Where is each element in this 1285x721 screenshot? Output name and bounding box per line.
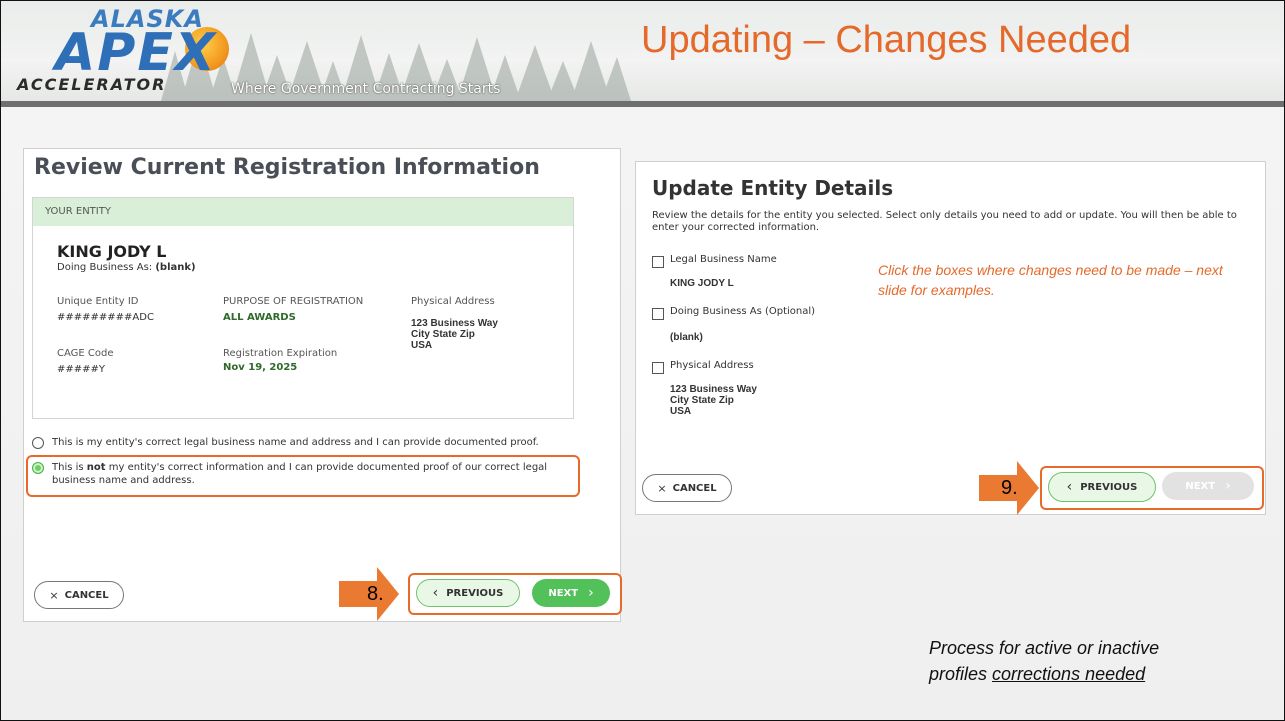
step-number-9: 9.	[1001, 477, 1018, 499]
dba-value: (blank)	[155, 262, 196, 273]
logo-apex-text: APEX	[55, 23, 217, 83]
uei-value: #########ADC	[57, 312, 154, 323]
slide: ALASKA APEX ACCELERATOR Where Government…	[0, 0, 1285, 721]
slide-title: Updating – Changes Needed	[641, 19, 1132, 61]
entity-card: YOUR ENTITY KING JODY L Doing Business A…	[32, 197, 574, 419]
dba-checkbox[interactable]	[652, 308, 664, 320]
process-note-line1: Process for active or inactive	[929, 638, 1160, 658]
update-description: Review the details for the entity you se…	[652, 210, 1237, 233]
review-registration-panel: Review Current Registration Information …	[23, 148, 622, 622]
dba-option-value: (blank)	[670, 332, 703, 343]
option-correct-label: This is my entity's correct legal busine…	[52, 437, 539, 448]
address-line-2: City State Zip	[411, 329, 475, 340]
click-boxes-note: Click the boxes where changes need to be…	[878, 262, 1223, 298]
entity-name: KING JODY L	[57, 242, 167, 261]
purpose-value: ALL AWARDS	[223, 312, 296, 323]
address-line-3: USA	[411, 340, 433, 351]
process-note: Process for active or inactive profiles …	[929, 635, 1259, 687]
tagline: Where Government Contracting Starts	[231, 81, 501, 97]
step-arrow-8: 8.	[339, 567, 399, 621]
cage-value: #####Y	[57, 364, 106, 375]
physical-address-label: Physical Address	[411, 296, 495, 307]
legal-name-value: KING JODY L	[670, 278, 734, 289]
previous-button-right[interactable]: ‹ PREVIOUS	[1048, 472, 1156, 502]
header-divider	[1, 101, 1284, 107]
chevron-right-icon: ›	[588, 585, 594, 601]
address-option-label: Physical Address	[670, 360, 754, 371]
chevron-left-icon: ‹	[1066, 479, 1073, 495]
update-entity-panel: Update Entity Details Review the details…	[635, 161, 1266, 515]
expiration-value: Nov 19, 2025	[223, 362, 298, 373]
expiration-label: Registration Expiration	[223, 348, 338, 359]
logo-accelerator-text: ACCELERATOR	[17, 75, 167, 94]
update-heading: Update Entity Details	[652, 176, 894, 200]
radio-correct[interactable]	[32, 437, 44, 449]
entity-dba: Doing Business As: (blank)	[57, 262, 196, 273]
cancel-button[interactable]: × CANCEL	[34, 581, 124, 609]
dba-option-label: Doing Business As (Optional)	[670, 306, 816, 317]
slide-header: ALASKA APEX ACCELERATOR Where Government…	[1, 1, 1284, 101]
purpose-label: PURPOSE OF REGISTRATION	[223, 296, 364, 307]
next-button[interactable]: NEXT ›	[532, 579, 610, 607]
physical-address-value: 123 Business Way City State Zip USA	[411, 318, 498, 351]
step-number-8: 8.	[367, 583, 384, 605]
process-note-line2: profiles corrections needed	[929, 664, 1146, 684]
alaska-apex-logo: ALASKA APEX ACCELERATOR	[11, 5, 241, 97]
address-option-value: 123 Business Way City State Zip USA	[670, 384, 757, 417]
close-icon: ×	[657, 481, 667, 495]
legal-name-label: Legal Business Name	[670, 254, 777, 265]
legal-name-checkbox[interactable]	[652, 256, 664, 268]
chevron-right-icon: ›	[1225, 478, 1231, 494]
chevron-left-icon: ‹	[432, 585, 439, 601]
review-heading: Review Current Registration Information	[34, 155, 540, 180]
cage-label: CAGE Code	[57, 348, 114, 359]
close-icon: ×	[49, 588, 59, 602]
cancel-button-right[interactable]: × CANCEL	[642, 474, 732, 502]
option-not-correct-label: This is not my entity's correct informat…	[52, 462, 548, 486]
entity-card-header: YOUR ENTITY	[33, 198, 573, 226]
next-button-right-disabled[interactable]: NEXT ›	[1162, 472, 1254, 500]
uei-label: Unique Entity ID	[57, 296, 139, 307]
radio-not-correct[interactable]	[32, 462, 44, 474]
dba-label: Doing Business As:	[57, 262, 153, 273]
previous-button[interactable]: ‹ PREVIOUS	[416, 579, 520, 607]
address-line-1: 123 Business Way	[411, 318, 498, 329]
step-arrow-9: 9.	[979, 461, 1039, 515]
address-checkbox[interactable]	[652, 362, 664, 374]
